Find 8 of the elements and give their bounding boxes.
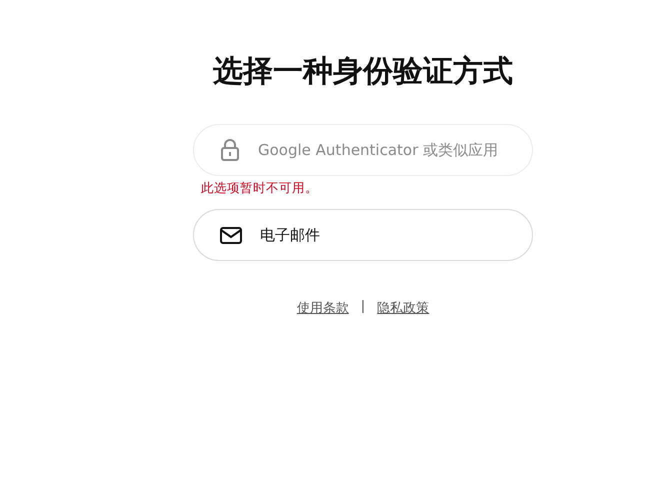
lock-icon [220, 139, 240, 161]
footer-link[interactable]: 隐私政策 [377, 299, 430, 317]
mail-icon [220, 226, 242, 244]
separator: | [360, 299, 366, 316]
auth-option-button[interactable]: 电子邮件 [193, 209, 533, 261]
footer-link[interactable]: 使用条款 [296, 299, 349, 317]
page-title: 选择一种身份验证方式 [212, 53, 514, 91]
error-message: 此选项暂时不可用。 [201, 180, 319, 197]
